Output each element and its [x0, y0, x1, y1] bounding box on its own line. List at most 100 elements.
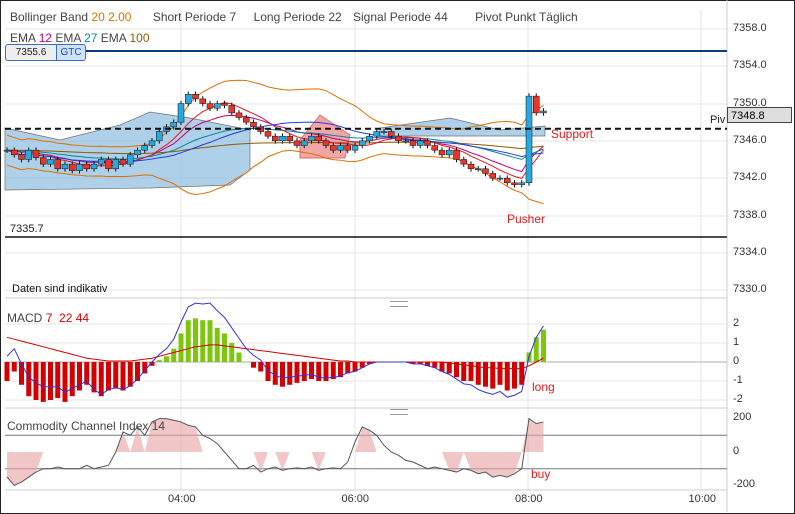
price-axis-label: 7338.0 [733, 208, 767, 221]
support-annotation: Support [551, 127, 594, 141]
candle [148, 140, 156, 146]
panel-resize-handle[interactable] [390, 409, 408, 415]
candle [18, 154, 25, 160]
order-price-tag[interactable]: 7355.6 [5, 44, 57, 61]
candle [119, 159, 127, 165]
candle [156, 131, 163, 142]
candle [235, 112, 243, 118]
macd-histogram-bar [497, 362, 503, 385]
candle [3, 149, 11, 152]
candle [504, 177, 511, 184]
pusher-annotation: Pusher [507, 212, 546, 226]
short-period-value: 7 [229, 10, 237, 24]
bollinger-period: 20 [91, 10, 105, 24]
candle [264, 131, 272, 137]
candle [250, 121, 257, 128]
candle [192, 93, 199, 100]
long-period-value: 22 [328, 10, 342, 24]
candle [61, 163, 69, 170]
candle [185, 93, 192, 104]
macd-p2: 22 [59, 311, 73, 325]
macd-histogram-bar [316, 362, 322, 381]
signal-period-value: 44 [434, 10, 448, 24]
order-type-tag[interactable]: GTC [56, 44, 86, 61]
candle [417, 140, 424, 146]
macd-histogram-bar [4, 362, 10, 381]
indicator-legend-row2: EMA 12 EMA 27 EMA 100 [10, 31, 150, 45]
macd-histogram-bar [490, 362, 496, 389]
panel-resize-handle[interactable] [390, 301, 408, 307]
candle [388, 131, 395, 137]
candle [286, 135, 293, 142]
candle [54, 159, 61, 170]
bollinger-dev: 2.00 [108, 10, 132, 24]
macd-histogram-bar [475, 362, 481, 385]
signal-period-label: Signal Periode [353, 10, 432, 24]
candle [359, 140, 366, 146]
candle [199, 98, 206, 104]
ema2-value: 27 [84, 31, 98, 45]
candle [76, 163, 83, 171]
macd-histogram-bar [468, 362, 474, 381]
current-price-tag: 7348.8 [727, 107, 792, 123]
macd-histogram-bar [222, 333, 227, 362]
cci-label: Commodity Channel Index [7, 419, 149, 433]
macd-histogram-bar [512, 362, 517, 389]
macd-axis-label: -1 [733, 374, 743, 386]
low-line-label: 7335.7 [10, 223, 44, 235]
macd-label: MACD [7, 311, 43, 325]
candle [315, 135, 322, 142]
macd-p1: 7 [45, 311, 53, 325]
macd-histogram-bar [193, 318, 198, 362]
chart-canvas[interactable] [0, 0, 795, 514]
candle [293, 140, 301, 146]
candle [518, 182, 525, 185]
macd-histogram-bar [243, 362, 249, 363]
macd-axis-label: -2 [733, 393, 743, 405]
candle [337, 145, 344, 151]
macd-histogram-bar [200, 320, 206, 362]
price-axis-label: 7346.0 [733, 133, 767, 146]
macd-histogram-bar [251, 362, 256, 368]
price-axis-label: 7350.0 [733, 96, 767, 109]
candle [489, 173, 496, 179]
macd-histogram-bar [55, 362, 61, 399]
macd-histogram-bar [309, 362, 314, 380]
time-axis-label: 04:00 [168, 493, 196, 505]
candle [214, 103, 221, 109]
candle [112, 159, 119, 170]
candle [496, 177, 504, 180]
candle [431, 145, 438, 151]
macd-p3: 44 [75, 311, 90, 325]
candle [380, 131, 388, 133]
candle [228, 105, 235, 114]
price-axis-label: 7334.0 [733, 245, 767, 258]
candle [105, 159, 112, 170]
macd-histogram-bar [164, 356, 169, 362]
macd-histogram-bar [345, 362, 351, 374]
candle [141, 145, 148, 151]
macd-legend: MACD 7 22 44 [7, 311, 89, 325]
macd-histogram-bar [142, 362, 148, 374]
candle [25, 149, 32, 160]
candle [540, 110, 547, 114]
time-axis-label: 08:00 [515, 493, 543, 505]
macd-axis-label: 2 [733, 317, 740, 329]
macd-histogram-bar [541, 329, 546, 362]
candle [206, 103, 214, 109]
pivot-label: Pivot Punkt [475, 10, 536, 24]
cloud-area [379, 117, 546, 137]
macd-histogram-bar [98, 362, 104, 397]
long-period-label: Long Periode [253, 10, 325, 24]
candle [330, 145, 337, 151]
candle [475, 168, 482, 171]
macd-histogram-bar [113, 362, 119, 389]
candle [424, 140, 431, 146]
time-axis-label: 06:00 [341, 493, 370, 505]
macd-histogram-bar [446, 362, 452, 374]
candle [301, 140, 308, 146]
cci-axis-label: -200 [733, 478, 756, 490]
cci-axis-label: 200 [733, 411, 752, 423]
candle [395, 135, 402, 142]
candle [98, 159, 105, 165]
